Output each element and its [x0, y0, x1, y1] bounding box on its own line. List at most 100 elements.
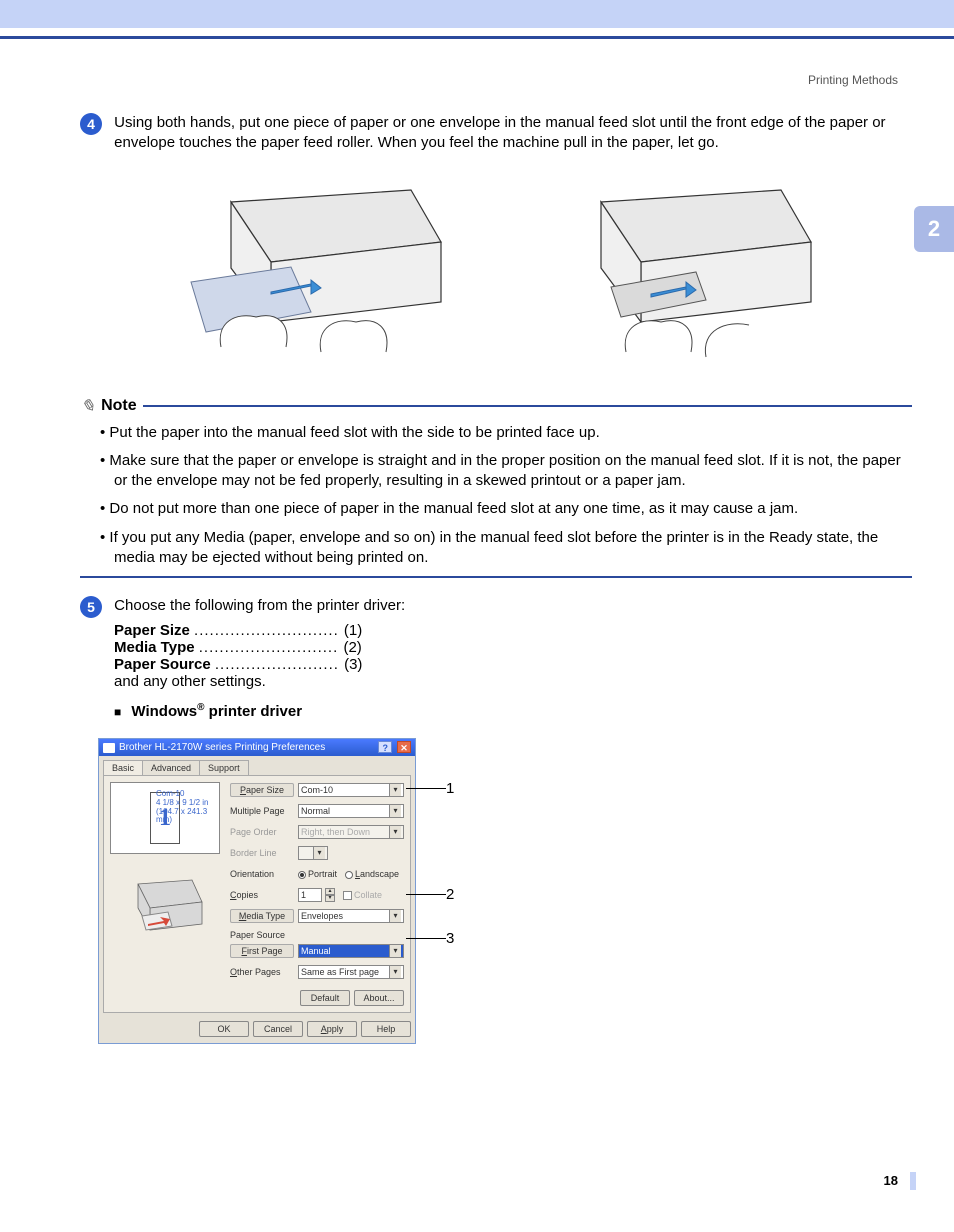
setting-label: Media Type	[114, 639, 195, 656]
combo-value: Normal	[301, 806, 330, 816]
orientation-label: Orientation	[230, 869, 294, 879]
combo-value: Manual	[301, 946, 331, 956]
collate-checkbox: Collate	[343, 890, 382, 900]
top-accent-bar	[0, 0, 954, 28]
leader-dots: ...........................	[199, 639, 344, 656]
orientation-landscape-radio[interactable]: Landscape	[345, 869, 399, 879]
border-line-label: Border Line	[230, 848, 294, 858]
app-icon	[103, 743, 115, 753]
note-rule-bottom	[80, 576, 912, 578]
illustration-feed-envelope	[531, 172, 831, 372]
setting-media-type: Media Type ........................... (…	[114, 639, 912, 656]
combo-value: Com-10	[301, 785, 333, 795]
other-pages-label: Other Pages	[230, 967, 294, 977]
note-list: Put the paper into the manual feed slot …	[80, 423, 912, 569]
setting-ref: (1)	[344, 622, 362, 639]
close-button[interactable]: ✕	[397, 741, 411, 753]
setting-label: Paper Size	[114, 622, 190, 639]
combo-value: Right, then Down	[301, 827, 370, 837]
radio-selected-icon	[298, 871, 306, 879]
chapter-tab: 2	[914, 206, 954, 252]
first-page-combo[interactable]: Manual ▾	[298, 944, 404, 958]
combo-value: Envelopes	[301, 911, 343, 921]
preview-pane: 1 Com-10 4 1/8 x 9 1/2 in (104.7 x 241.3…	[110, 782, 220, 944]
section-title: Printing Methods	[0, 39, 954, 93]
chevron-down-icon: ▾	[389, 826, 401, 838]
media-type-label-button[interactable]: Media Type	[230, 909, 294, 923]
illustration-feed-paper	[161, 172, 461, 372]
step-4-text: Using both hands, put one piece of paper…	[114, 113, 904, 154]
chevron-down-icon: ▾	[313, 847, 325, 859]
cancel-button[interactable]: Cancel	[253, 1021, 303, 1037]
printing-preferences-dialog: Brother HL-2170W series Printing Prefere…	[98, 738, 416, 1044]
orientation-portrait-radio[interactable]: Portrait	[298, 869, 337, 879]
step-5: 5 Choose the following from the printer …	[80, 596, 912, 720]
callout-1: 1	[446, 780, 454, 797]
callout-2: 2	[446, 886, 454, 903]
copies-spinner[interactable]: ▴▾	[325, 888, 335, 902]
tab-advanced[interactable]: Advanced	[142, 760, 200, 775]
paper-preview: 1 Com-10 4 1/8 x 9 1/2 in (104.7 x 241.3…	[110, 782, 220, 854]
leader-dots: ........................	[215, 656, 344, 673]
preview-dim-mm: (104.7 x 241.3 mm)	[156, 808, 220, 826]
note-icon: ✎	[79, 396, 97, 417]
page-number-accent	[910, 1172, 916, 1190]
note-item: Put the paper into the manual feed slot …	[100, 423, 912, 443]
border-line-combo: ▾	[298, 846, 328, 860]
setting-paper-size: Paper Size ............................ …	[114, 622, 912, 639]
leader-dots: ............................	[194, 622, 344, 639]
chevron-down-icon: ▾	[389, 784, 401, 796]
note-rule-top	[143, 405, 912, 407]
step-5-outro: and any other settings.	[114, 673, 912, 690]
page-order-label: Page Order	[230, 827, 294, 837]
setting-ref: (2)	[343, 639, 361, 656]
chevron-down-icon: ▾	[389, 910, 401, 922]
note-label: Note	[101, 397, 137, 415]
step-5-intro: Choose the following from the printer dr…	[114, 596, 904, 616]
copies-input[interactable]: 1	[298, 888, 322, 902]
tab-basic[interactable]: Basic	[103, 760, 143, 775]
preview-info: Com-10 4 1/8 x 9 1/2 in (104.7 x 241.3 m…	[156, 790, 220, 825]
chevron-down-icon: ▾	[389, 945, 401, 957]
windows-driver-heading: ■ Windows® printer driver	[114, 702, 912, 720]
ok-button[interactable]: OK	[199, 1021, 249, 1037]
default-button[interactable]: Default	[300, 990, 350, 1006]
help-titlebar-button[interactable]: ?	[378, 741, 392, 753]
step-4: 4 Using both hands, put one piece of pap…	[80, 113, 912, 154]
page-number: 18	[884, 1173, 898, 1188]
heading-text: Windows® printer driver	[131, 703, 302, 720]
setting-paper-source: Paper Source ........................ (3…	[114, 656, 912, 673]
apply-button[interactable]: Apply	[307, 1021, 357, 1037]
dialog-titlebar: Brother HL-2170W series Printing Prefere…	[99, 739, 415, 756]
step-number-badge: 5	[80, 596, 102, 618]
setting-ref: (3)	[344, 656, 362, 673]
multiple-page-combo[interactable]: Normal ▾	[298, 804, 404, 818]
bullet-square-icon: ■	[114, 705, 121, 719]
preview-printer-icon	[120, 874, 210, 944]
note-item: If you put any Media (paper, envelope an…	[100, 528, 912, 569]
chevron-down-icon: ▾	[389, 805, 401, 817]
multiple-page-label: Multiple Page	[230, 806, 294, 816]
dialog-title: Brother HL-2170W series Printing Prefere…	[119, 742, 325, 753]
about-button[interactable]: About...	[354, 990, 404, 1006]
tab-panel-basic: 1 Com-10 4 1/8 x 9 1/2 in (104.7 x 241.3…	[103, 775, 411, 1013]
setting-label: Paper Source	[114, 656, 211, 673]
step-number-badge: 4	[80, 113, 102, 135]
paper-size-label-button[interactable]: Paper Size	[230, 783, 294, 797]
page-order-combo: Right, then Down ▾	[298, 825, 404, 839]
checkbox-icon	[343, 891, 352, 900]
chevron-down-icon: ▾	[389, 966, 401, 978]
paper-size-combo[interactable]: Com-10 ▾	[298, 783, 404, 797]
help-button[interactable]: Help	[361, 1021, 411, 1037]
note-item: Do not put more than one piece of paper …	[100, 499, 912, 519]
media-type-combo[interactable]: Envelopes ▾	[298, 909, 404, 923]
paper-source-section-label: Paper Source	[230, 930, 404, 940]
note-item: Make sure that the paper or envelope is …	[100, 451, 912, 492]
copies-label: Copies	[230, 890, 294, 900]
combo-value: Same as First page	[301, 967, 379, 977]
note-block: ✎ Note Put the paper into the manual fee…	[80, 396, 912, 579]
tab-support[interactable]: Support	[199, 760, 249, 775]
other-pages-combo[interactable]: Same as First page ▾	[298, 965, 404, 979]
radio-icon	[345, 871, 353, 879]
first-page-label-button[interactable]: First Page	[230, 944, 294, 958]
